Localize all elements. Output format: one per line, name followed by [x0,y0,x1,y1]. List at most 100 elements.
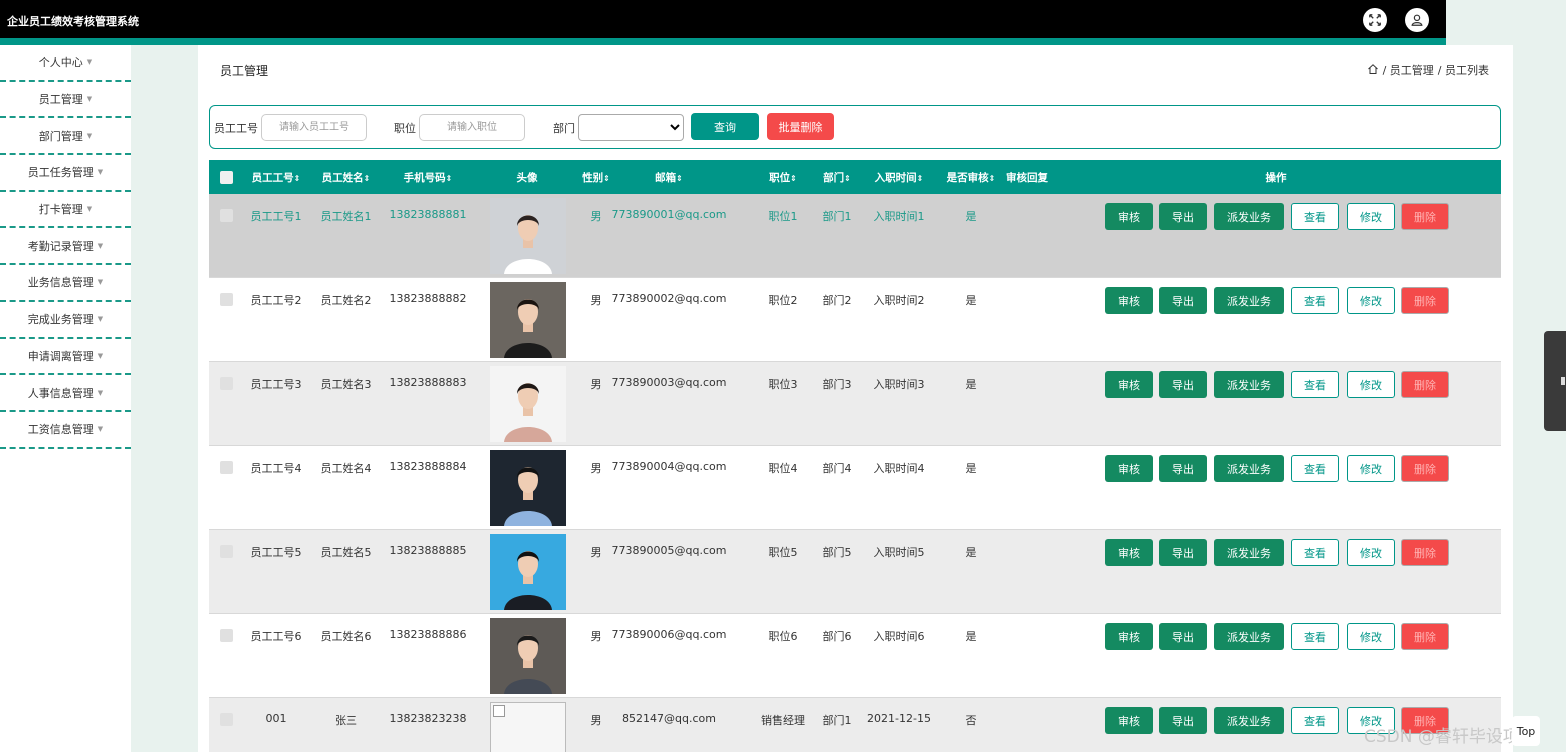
sidebar-item-completed-business[interactable]: 完成业务管理 ▼ [0,302,131,339]
assign-business-button[interactable]: 派发业务 [1214,623,1284,650]
department-select[interactable] [578,114,684,141]
sidebar-item-clock-in[interactable]: 打卡管理 ▼ [0,192,131,229]
row-checkbox[interactable] [220,377,233,390]
side-drawer-handle[interactable] [1544,331,1566,431]
edit-button[interactable]: 修改 [1347,371,1395,398]
approve-button[interactable]: 审核 [1105,623,1153,650]
sidebar-item-departments[interactable]: 部门管理 ▼ [0,118,131,156]
sort-icon[interactable]: ⇕ [844,174,851,183]
sort-icon[interactable]: ⇕ [989,174,996,183]
sort-icon[interactable]: ⇕ [603,174,610,183]
column-header-label: 入职时间 [874,172,917,184]
cell-gender: 男 [590,714,602,727]
edit-button[interactable]: 修改 [1347,623,1395,650]
back-to-top-button[interactable]: Top [1512,716,1540,746]
row-checkbox[interactable] [220,545,233,558]
expand-icon[interactable] [1363,8,1387,32]
sidebar-item-attendance[interactable]: 考勤记录管理 ▼ [0,228,131,266]
sort-icon[interactable]: ⇕ [676,174,683,183]
sidebar-item-transfer-requests[interactable]: 申请调离管理 ▼ [0,339,131,376]
view-button[interactable]: 查看 [1291,539,1339,566]
approve-button[interactable]: 审核 [1105,371,1153,398]
column-header[interactable]: 部门⇕ [823,170,851,185]
edit-button[interactable]: 修改 [1347,455,1395,482]
export-button[interactable]: 导出 [1159,539,1207,566]
delete-button[interactable]: 删除 [1401,455,1449,482]
edit-button[interactable]: 修改 [1347,539,1395,566]
assign-business-button[interactable]: 派发业务 [1214,203,1284,230]
position-input[interactable] [419,114,525,141]
column-header[interactable]: 是否审核⇕ [947,170,996,185]
sidebar-item-label: 部门管理 [38,129,83,143]
column-header[interactable]: 邮箱⇕ [655,170,683,185]
delete-button[interactable]: 删除 [1401,539,1449,566]
breadcrumb-employee-management[interactable]: / 员工管理 [1383,62,1434,78]
assign-business-button[interactable]: 派发业务 [1214,455,1284,482]
assign-business-button[interactable]: 派发业务 [1214,707,1284,734]
export-button[interactable]: 导出 [1159,203,1207,230]
sidebar-item-employees[interactable]: 员工管理 ▼ [0,82,131,119]
sort-icon[interactable]: ⇕ [364,174,371,183]
approve-button[interactable]: 审核 [1105,455,1153,482]
export-button[interactable]: 导出 [1159,707,1207,734]
export-button[interactable]: 导出 [1159,287,1207,314]
cell-id: 员工工号5 [250,546,302,559]
cell-approved: 是 [965,546,977,559]
sidebar-item-hr-info[interactable]: 人事信息管理 ▼ [0,375,131,412]
view-button[interactable]: 查看 [1291,203,1339,230]
approve-button[interactable]: 审核 [1105,287,1153,314]
edit-button[interactable]: 修改 [1347,287,1395,314]
view-button[interactable]: 查看 [1291,371,1339,398]
row-checkbox[interactable] [220,629,233,642]
export-button[interactable]: 导出 [1159,371,1207,398]
view-button[interactable]: 查看 [1291,287,1339,314]
cell-phone: 13823888883 [389,376,467,389]
chevron-down-icon: ▼ [97,425,104,434]
column-header[interactable]: 性别⇕ [582,170,610,185]
delete-button[interactable]: 删除 [1401,623,1449,650]
column-header[interactable]: 手机号码⇕ [404,170,453,185]
sort-icon[interactable]: ⇕ [790,174,797,183]
export-button[interactable]: 导出 [1159,623,1207,650]
column-header[interactable]: 员工工号⇕ [252,170,301,185]
row-checkbox[interactable] [220,713,233,726]
delete-button[interactable]: 删除 [1401,203,1449,230]
home-icon[interactable] [1367,63,1379,78]
view-button[interactable]: 查看 [1291,623,1339,650]
batch-delete-button[interactable]: 批量删除 [767,113,834,140]
sort-icon[interactable]: ⇕ [917,174,924,183]
delete-button[interactable]: 删除 [1401,371,1449,398]
select-all-checkbox[interactable] [220,171,233,184]
export-button[interactable]: 导出 [1159,455,1207,482]
employee-id-input[interactable] [261,114,367,141]
sort-icon[interactable]: ⇕ [446,174,453,183]
assign-business-button[interactable]: 派发业务 [1214,371,1284,398]
column-header[interactable]: 员工姓名⇕ [322,170,371,185]
assign-business-button[interactable]: 派发业务 [1214,287,1284,314]
sidebar-item-label: 员工管理 [38,93,83,107]
sidebar-item-tasks[interactable]: 员工任务管理 ▼ [0,155,131,192]
sidebar-item-salary-info[interactable]: 工资信息管理 ▼ [0,412,131,449]
sidebar-item-personal-center[interactable]: 个人中心 ▼ [0,45,131,82]
column-header[interactable]: 入职时间⇕ [875,170,924,185]
column-header[interactable]: 职位⇕ [769,170,797,185]
query-button[interactable]: 查询 [691,113,759,140]
view-button[interactable]: 查看 [1291,707,1339,734]
watermark: CSDN @睿轩毕设项目 [1364,727,1537,747]
row-checkbox[interactable] [220,461,233,474]
cell-gender: 男 [590,294,602,307]
approve-button[interactable]: 审核 [1105,707,1153,734]
cell-email: 773890004@qq.com [611,460,727,473]
approve-button[interactable]: 审核 [1105,539,1153,566]
assign-business-button[interactable]: 派发业务 [1214,539,1284,566]
sidebar-item-business-info[interactable]: 业务信息管理 ▼ [0,265,131,302]
row-checkbox[interactable] [220,209,233,222]
delete-button[interactable]: 删除 [1401,287,1449,314]
approve-button[interactable]: 审核 [1105,203,1153,230]
column-header-label: 头像 [516,172,538,184]
row-checkbox[interactable] [220,293,233,306]
edit-button[interactable]: 修改 [1347,203,1395,230]
user-icon[interactable] [1405,8,1429,32]
view-button[interactable]: 查看 [1291,455,1339,482]
sort-icon[interactable]: ⇕ [294,174,301,183]
